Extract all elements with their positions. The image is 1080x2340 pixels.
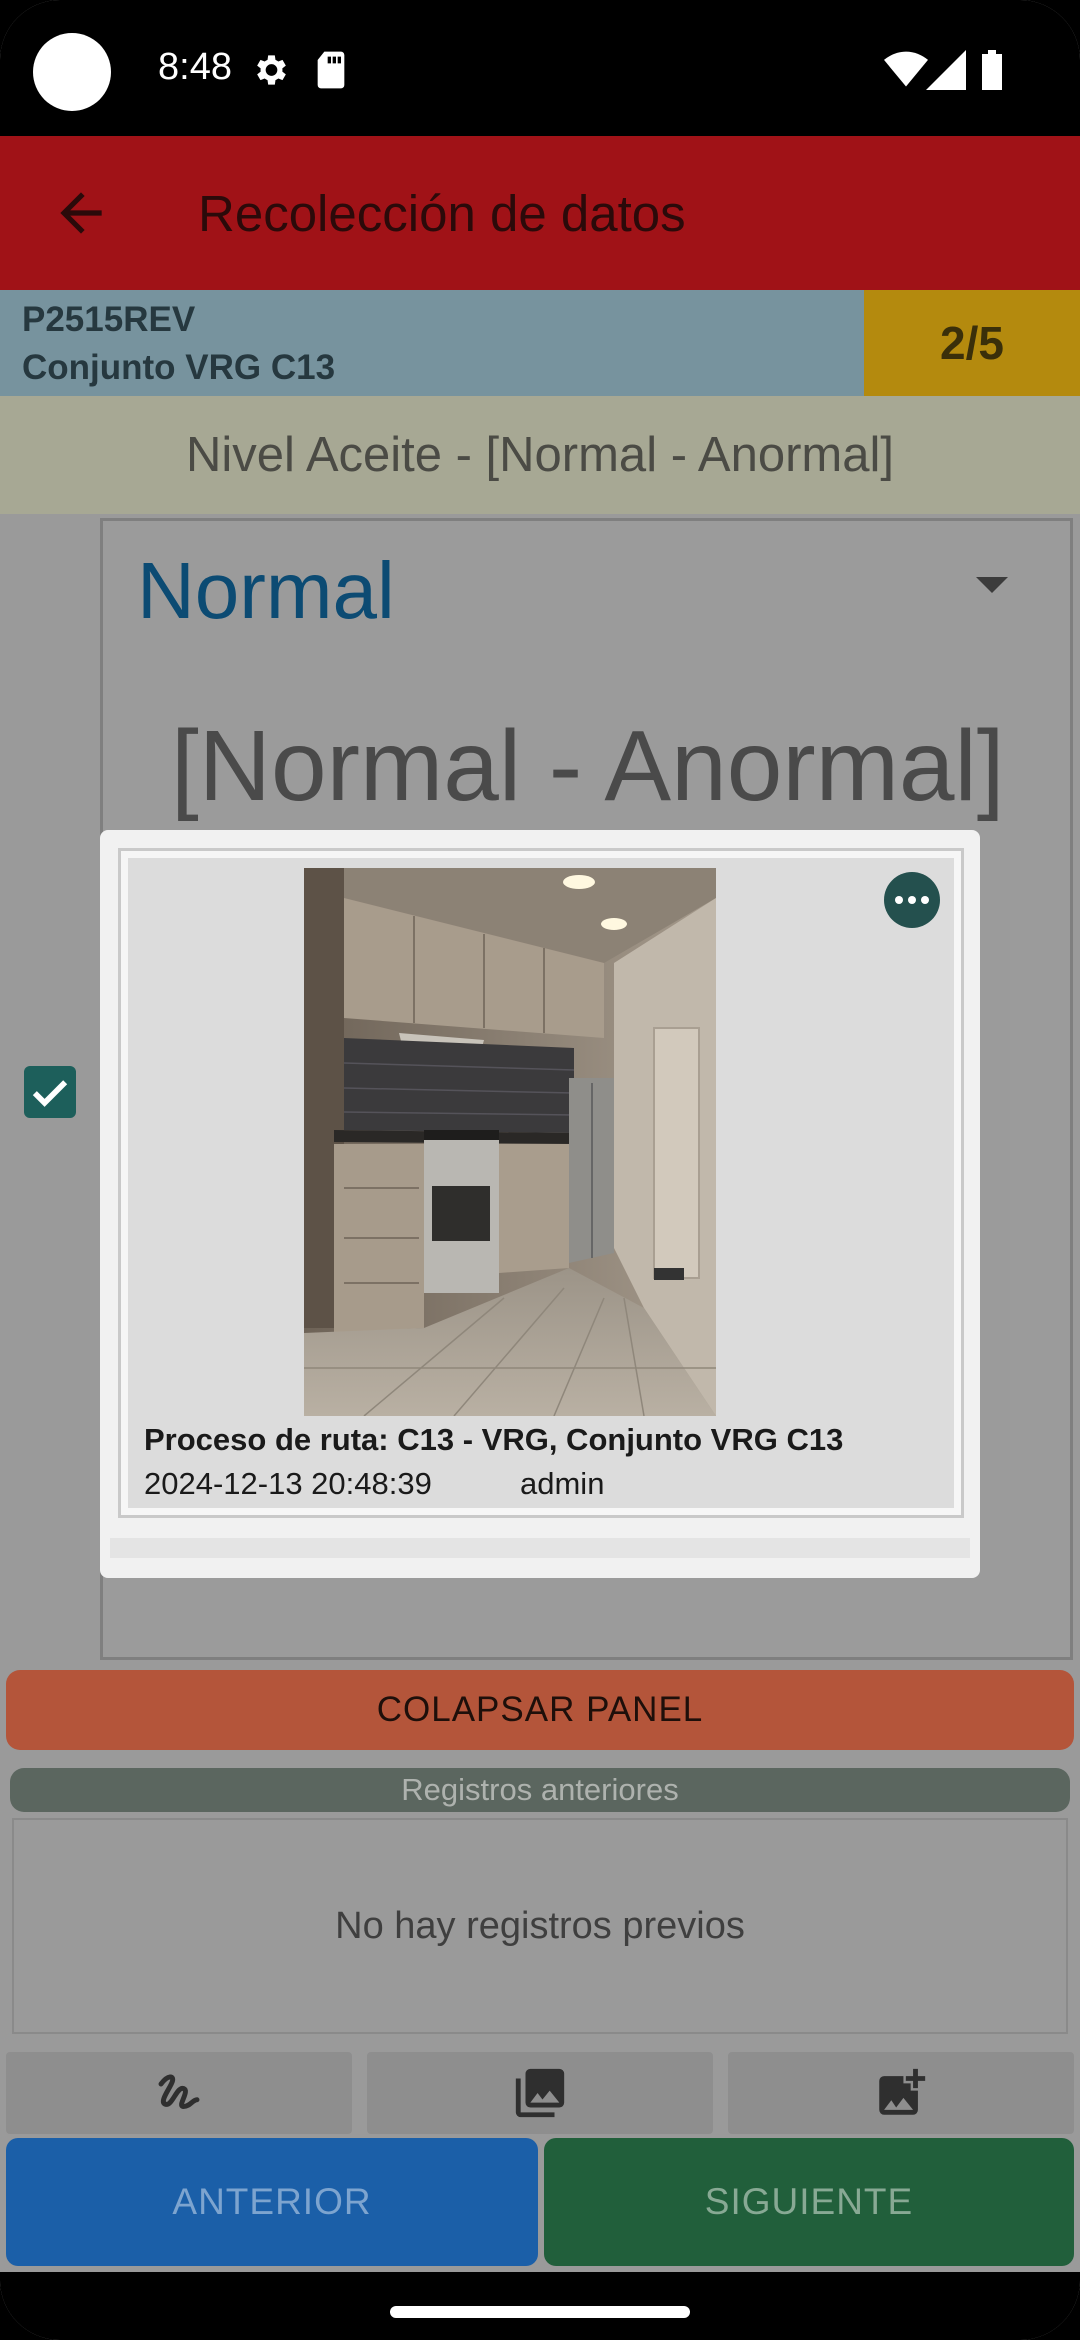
sd-card-icon [317, 51, 345, 89]
signature-icon [158, 2074, 200, 2109]
status-time: 8:48 [158, 46, 232, 88]
photo-card: Proceso de ruta: C13 - VRG, Conjunto VRG… [128, 858, 954, 1508]
question-label: Nivel Aceite - [Normal - Anormal] [0, 396, 1080, 514]
photo-dialog: Proceso de ruta: C13 - VRG, Conjunto VRG… [100, 830, 980, 1578]
signal-icon [926, 50, 966, 90]
more-horiz-icon [895, 896, 903, 904]
camera-cutout [33, 33, 111, 111]
home-indicator[interactable] [390, 2306, 690, 2318]
confirm-checkbox[interactable] [24, 1066, 76, 1118]
set-name: Conjunto VRG C13 [22, 348, 336, 387]
add-photo-icon [879, 2068, 926, 2115]
next-button[interactable]: SIGUIENTE [544, 2138, 1074, 2266]
photo-user: admin [520, 1466, 605, 1501]
value-select[interactable]: Normal [137, 545, 395, 637]
battery-icon [982, 50, 1002, 90]
wifi-icon [884, 51, 928, 87]
more-options-button[interactable] [884, 872, 940, 928]
screen: 8:48 Recolección de datos P2515REV Conju… [0, 0, 1080, 2340]
dropdown-arrow-icon[interactable] [976, 577, 1008, 593]
signature-button[interactable] [6, 2052, 352, 2134]
progress-badge: 2/5 [864, 290, 1080, 396]
photo-caption: Proceso de ruta: C13 - VRG, Conjunto VRG… [144, 1422, 844, 1457]
previous-button[interactable]: ANTERIOR [6, 2138, 538, 2266]
previous-records-header: Registros anteriores [10, 1768, 1070, 1812]
photo-date: 2024-12-13 20:48:39 [144, 1466, 432, 1501]
status-bar: 8:48 [0, 0, 1080, 136]
settings-icon [257, 55, 286, 85]
no-previous-text: No hay registros previos [335, 1904, 745, 1947]
kitchen-photo[interactable] [304, 868, 716, 1416]
gallery-icon [515, 2068, 565, 2118]
photo-card-frame: Proceso de ruta: C13 - VRG, Conjunto VRG… [118, 848, 964, 1518]
page-title: Recolección de datos [198, 185, 686, 242]
header-info: P2515REV Conjunto VRG C13 [0, 290, 864, 396]
gallery-button[interactable] [367, 2052, 713, 2134]
range-label: [Normal - Anormal] [171, 710, 1005, 822]
collapse-panel-button[interactable]: COLAPSAR PANEL [6, 1670, 1074, 1750]
arrow-back-icon[interactable] [50, 182, 112, 244]
equipment-code: P2515REV [22, 300, 196, 339]
check-icon [32, 1080, 68, 1107]
previous-records-box: No hay registros previos [12, 1818, 1068, 2034]
add-photo-button[interactable] [728, 2052, 1074, 2134]
app-bar: Recolección de datos [0, 136, 1080, 290]
dialog-footer-bar [110, 1538, 970, 1558]
